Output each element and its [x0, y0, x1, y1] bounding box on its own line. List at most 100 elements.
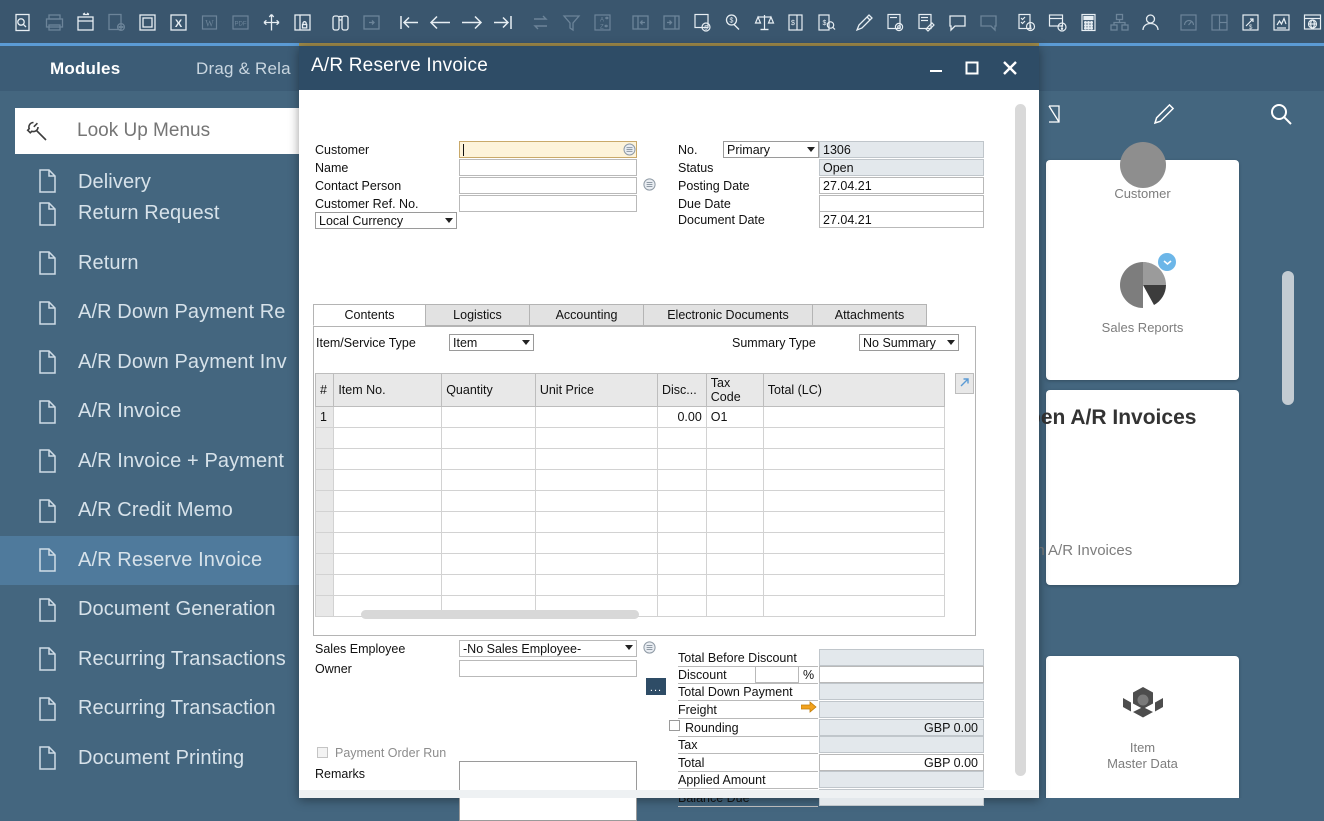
grid-cell-tax_code[interactable] — [706, 428, 763, 449]
previous-record-icon[interactable] — [425, 6, 456, 40]
down-payment-dots-button[interactable]: ... — [646, 678, 666, 695]
find-document-icon[interactable] — [8, 6, 39, 40]
grid-cell-unit_price[interactable] — [535, 554, 657, 575]
summary-type-select[interactable]: No Summary — [859, 334, 959, 351]
grid-cell-total_lc[interactable] — [763, 407, 944, 428]
grid-cell-total_lc[interactable] — [763, 491, 944, 512]
grid-cell-item_no[interactable] — [334, 575, 442, 596]
currency-panel-icon[interactable]: $ — [780, 6, 811, 40]
grid-cell-item_no[interactable] — [334, 470, 442, 491]
grid-cell-disc[interactable]: 0.00 — [657, 407, 706, 428]
sort-icon[interactable]: AZ — [587, 6, 618, 40]
cockpit-scrollbar[interactable] — [1282, 271, 1294, 405]
grid-cell-item_no[interactable] — [334, 449, 442, 470]
grid-cell-total_lc[interactable] — [763, 428, 944, 449]
user-defined-fields-icon[interactable] — [911, 6, 942, 40]
first-record-icon[interactable] — [394, 6, 425, 40]
print-icon[interactable] — [39, 6, 70, 40]
grid-cell-no[interactable] — [316, 533, 334, 554]
grid-cell-total_lc[interactable] — [763, 470, 944, 491]
discount-percent-field[interactable] — [755, 666, 799, 683]
grid-column-header[interactable]: Total (LC) — [763, 374, 944, 407]
grid-cell-item_no[interactable] — [334, 428, 442, 449]
document-search-icon[interactable]: $ — [811, 6, 842, 40]
payment-means-icon[interactable]: $ — [718, 6, 749, 40]
cockpit-icon[interactable] — [1204, 6, 1235, 40]
contact-person-lookup-icon[interactable] — [643, 178, 656, 191]
kpi-trend-icon[interactable]: $ — [1235, 6, 1266, 40]
chevron-down-icon[interactable] — [445, 218, 453, 223]
grid-cell-quantity[interactable] — [442, 554, 536, 575]
grid-cell-no[interactable] — [316, 428, 334, 449]
grid-cell-total_lc[interactable] — [763, 554, 944, 575]
sidebar-item-delivery[interactable]: Delivery — [0, 161, 300, 189]
grid-cell-no[interactable] — [316, 575, 334, 596]
grid-cell-unit_price[interactable] — [535, 428, 657, 449]
grid-column-header[interactable]: Disc... — [657, 374, 706, 407]
open-ar-invoices-tile[interactable]: pen A/R Invoices en A/R Invoices — [1046, 390, 1239, 585]
balance-scale-icon[interactable] — [749, 6, 780, 40]
sidebar-item-a-r-reserve-invoice[interactable]: A/R Reserve Invoice — [0, 536, 300, 586]
expand-panel-icon[interactable] — [656, 6, 687, 40]
name-field[interactable] — [459, 159, 637, 176]
rounding-checkbox[interactable] — [669, 720, 680, 731]
filter-icon[interactable] — [556, 6, 587, 40]
grid-cell-tax_code[interactable] — [706, 596, 763, 617]
item-service-type-select[interactable]: Item — [449, 334, 534, 351]
grid-column-header[interactable]: Quantity — [442, 374, 536, 407]
lock-layout-icon[interactable] — [287, 6, 318, 40]
gross-profit-icon[interactable]: $ — [687, 6, 718, 40]
table-row[interactable] — [316, 449, 945, 470]
number-series-select[interactable]: Primary — [723, 141, 819, 158]
browser-icon[interactable] — [1297, 6, 1324, 40]
owner-field[interactable] — [459, 660, 637, 677]
maximize-icon[interactable] — [955, 46, 989, 90]
org-structure-icon[interactable] — [1104, 6, 1135, 40]
messages-icon[interactable] — [942, 6, 973, 40]
grid-cell-total_lc[interactable] — [763, 533, 944, 554]
grid-cell-tax_code[interactable] — [706, 554, 763, 575]
table-row[interactable] — [316, 428, 945, 449]
sidebar-item-return-request[interactable]: Return Request — [0, 189, 300, 239]
grid-cell-unit_price[interactable] — [535, 449, 657, 470]
grid-column-header[interactable]: Item No. — [334, 374, 442, 407]
chevron-down-badge[interactable] — [1158, 253, 1176, 271]
tab-electronic-documents[interactable]: Electronic Documents — [643, 304, 813, 326]
grid-cell-unit_price[interactable] — [535, 533, 657, 554]
table-row[interactable] — [316, 512, 945, 533]
grid-column-header[interactable]: # — [316, 374, 334, 407]
grid-cell-quantity[interactable] — [442, 575, 536, 596]
table-row[interactable] — [316, 470, 945, 491]
grid-cell-quantity[interactable] — [442, 512, 536, 533]
find-binoculars-icon[interactable] — [325, 6, 356, 40]
grid-cell-no[interactable] — [316, 512, 334, 533]
grid-cell-disc[interactable] — [657, 470, 706, 491]
window-vertical-scrollbar[interactable] — [1015, 104, 1026, 776]
chevron-down-icon[interactable] — [625, 645, 633, 650]
send-message-icon[interactable] — [256, 6, 287, 40]
add-record-icon[interactable] — [356, 6, 387, 40]
tab-attachments[interactable]: Attachments — [812, 304, 927, 326]
edit-pencil-icon[interactable] — [849, 6, 880, 40]
grid-cell-unit_price[interactable] — [535, 470, 657, 491]
grid-cell-tax_code[interactable] — [706, 575, 763, 596]
close-icon[interactable] — [993, 46, 1027, 90]
grid-cell-no[interactable] — [316, 449, 334, 470]
tab-accounting[interactable]: Accounting — [529, 304, 644, 326]
search-icon[interactable] — [1261, 91, 1301, 136]
grid-cell-quantity[interactable] — [442, 407, 536, 428]
grid-cell-disc[interactable] — [657, 512, 706, 533]
table-row[interactable] — [316, 554, 945, 575]
freight-arrow-icon[interactable] — [801, 701, 817, 713]
grid-cell-quantity[interactable] — [442, 428, 536, 449]
document-info-icon[interactable] — [1042, 6, 1073, 40]
copy-icon[interactable] — [132, 6, 163, 40]
grid-cell-item_no[interactable] — [334, 512, 442, 533]
grid-cell-no[interactable]: 1 — [316, 407, 334, 428]
chevron-down-icon[interactable] — [947, 340, 955, 345]
sidebar-item-a-r-down-payment-inv[interactable]: A/R Down Payment Inv — [0, 338, 300, 388]
refresh-icon[interactable] — [525, 6, 556, 40]
grid-cell-disc[interactable] — [657, 428, 706, 449]
customer-tile[interactable]: Customer Sales Reports — [1046, 160, 1239, 380]
table-row[interactable]: 10.00O1 — [316, 407, 945, 428]
